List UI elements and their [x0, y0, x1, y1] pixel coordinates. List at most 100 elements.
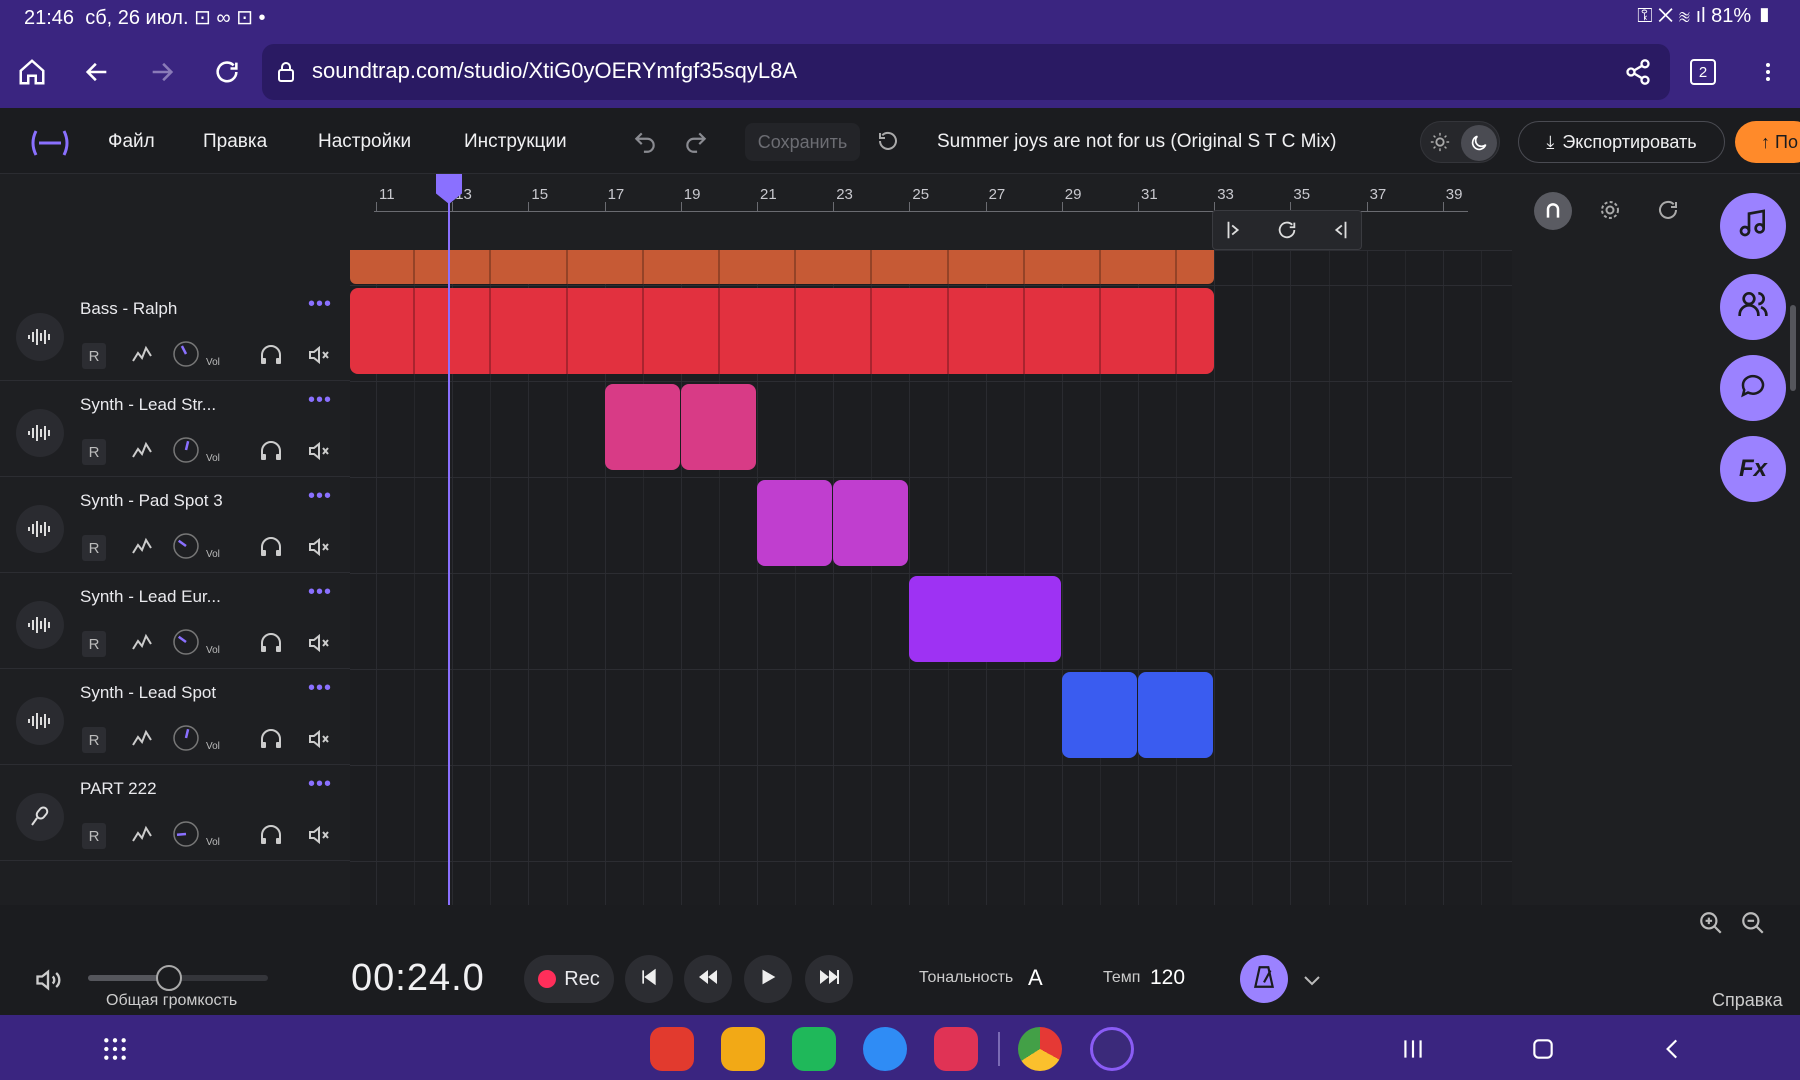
audio-clip[interactable]: [757, 480, 833, 566]
chat-button[interactable]: [1720, 355, 1786, 421]
audio-clip[interactable]: [680, 384, 756, 470]
track-name[interactable]: Synth - Pad Spot 3: [80, 491, 223, 511]
fx-button[interactable]: Fx: [1720, 436, 1786, 502]
track-name[interactable]: Synth - Lead Str...: [80, 395, 216, 415]
track-more-icon[interactable]: •••: [308, 389, 332, 412]
audio-clip[interactable]: [909, 576, 1061, 662]
key-value[interactable]: A: [1028, 965, 1043, 991]
tabs-button[interactable]: 2: [1683, 52, 1723, 92]
track-name[interactable]: Synth - Lead Spot: [80, 683, 216, 703]
headphones-icon[interactable]: [258, 341, 284, 369]
automation-icon[interactable]: [130, 533, 154, 561]
volume-knob[interactable]: Vol: [172, 821, 220, 849]
home-icon[interactable]: [12, 52, 52, 92]
mute-icon[interactable]: [306, 437, 332, 465]
track-more-icon[interactable]: •••: [308, 773, 332, 796]
record-arm-button[interactable]: R: [82, 823, 106, 849]
audio-clip[interactable]: [350, 250, 1215, 284]
volume-knob[interactable]: Vol: [172, 533, 220, 561]
volume-knob[interactable]: Vol: [172, 629, 220, 657]
track-header[interactable]: PART 222 ••• R Vol: [0, 765, 350, 861]
master-volume-slider[interactable]: [88, 965, 268, 991]
mute-icon[interactable]: [306, 533, 332, 561]
menu-instructions[interactable]: Инструкции: [464, 131, 567, 153]
track-header[interactable]: Bass - Ralph ••• R Vol: [0, 285, 350, 381]
record-arm-button[interactable]: R: [82, 343, 106, 369]
headphones-icon[interactable]: [258, 725, 284, 753]
record-arm-button[interactable]: R: [82, 631, 106, 657]
automation-icon[interactable]: [130, 629, 154, 657]
zoom-out-icon[interactable]: [1740, 910, 1766, 941]
loop-end-icon[interactable]: [1329, 219, 1351, 246]
mute-icon[interactable]: [306, 725, 332, 753]
magnet-icon[interactable]: [1534, 192, 1572, 230]
speaker-icon[interactable]: [34, 966, 62, 999]
redo-icon[interactable]: [683, 129, 709, 160]
back-icon[interactable]: [77, 52, 117, 92]
skip-to-start-button[interactable]: [625, 955, 673, 1003]
play-button[interactable]: [744, 955, 792, 1003]
refresh-icon[interactable]: [1656, 198, 1680, 227]
headphones-icon[interactable]: [258, 821, 284, 849]
record-arm-button[interactable]: R: [82, 535, 106, 561]
headphones-icon[interactable]: [258, 533, 284, 561]
automation-icon[interactable]: [130, 341, 154, 369]
vertical-scrollbar[interactable]: [1790, 305, 1796, 391]
track-more-icon[interactable]: •••: [308, 485, 332, 508]
menu-file[interactable]: Файл: [108, 131, 155, 153]
track-header[interactable]: Synth - Pad Spot 3 ••• R Vol: [0, 477, 350, 573]
undo-icon[interactable]: [632, 129, 658, 160]
audio-clip[interactable]: [1138, 672, 1214, 758]
record-arm-button[interactable]: R: [82, 727, 106, 753]
automation-icon[interactable]: [130, 725, 154, 753]
rewind-button[interactable]: [684, 955, 732, 1003]
soundtrap-logo[interactable]: [28, 128, 72, 163]
volume-knob[interactable]: Vol: [172, 341, 220, 369]
mute-icon[interactable]: [306, 341, 332, 369]
track-name[interactable]: PART 222: [80, 779, 157, 799]
app-icon-camera[interactable]: [934, 1027, 978, 1071]
reload-icon[interactable]: [207, 52, 247, 92]
track-more-icon[interactable]: •••: [308, 293, 332, 316]
audio-clip[interactable]: [350, 288, 1215, 374]
track-name[interactable]: Synth - Lead Eur...: [80, 587, 221, 607]
url-text[interactable]: soundtrap.com/studio/XtiG0yOERYmfgf35sqy…: [312, 58, 797, 84]
theme-toggle[interactable]: [1420, 121, 1500, 163]
menu-edit[interactable]: Правка: [203, 131, 267, 153]
record-arm-button[interactable]: R: [82, 439, 106, 465]
track-more-icon[interactable]: •••: [308, 677, 332, 700]
project-title[interactable]: Summer joys are not for us (Original S T…: [937, 131, 1336, 153]
share-icon[interactable]: [1618, 52, 1658, 92]
loop-start-icon[interactable]: [1223, 219, 1245, 246]
automation-icon[interactable]: [130, 821, 154, 849]
arrangement-grid[interactable]: [350, 250, 1512, 905]
home-nav-icon[interactable]: [1530, 1036, 1556, 1067]
app-drawer-icon[interactable]: [102, 1036, 128, 1067]
master-volume-knob[interactable]: [156, 965, 182, 991]
more-vert-icon[interactable]: [1748, 52, 1788, 92]
track-more-icon[interactable]: •••: [308, 581, 332, 604]
help-link[interactable]: Справка: [1712, 990, 1783, 1011]
volume-knob[interactable]: Vol: [172, 725, 220, 753]
metronome-button[interactable]: [1240, 955, 1288, 1003]
track-name[interactable]: Bass - Ralph: [80, 299, 177, 319]
track-header[interactable]: Synth - Lead Eur... ••• R Vol: [0, 573, 350, 669]
save-button[interactable]: Сохранить: [745, 123, 860, 161]
back-nav-icon[interactable]: [1660, 1036, 1686, 1067]
recents-icon[interactable]: [1400, 1036, 1426, 1067]
loop-icon[interactable]: [1276, 219, 1298, 246]
audio-clip[interactable]: [1061, 672, 1137, 758]
mute-icon[interactable]: [306, 629, 332, 657]
app-icon-phone[interactable]: [792, 1027, 836, 1071]
app-icon-files[interactable]: [721, 1027, 765, 1071]
tempo-value[interactable]: 120: [1150, 966, 1185, 990]
forward-icon[interactable]: [142, 52, 182, 92]
headphones-icon[interactable]: [258, 437, 284, 465]
app-icon-browser[interactable]: [1090, 1027, 1134, 1071]
mute-icon[interactable]: [306, 821, 332, 849]
menu-settings[interactable]: Настройки: [318, 131, 411, 153]
publish-button[interactable]: ↑ По: [1735, 121, 1800, 163]
track-header[interactable]: Synth - Lead Str... ••• R Vol: [0, 381, 350, 477]
volume-knob[interactable]: Vol: [172, 437, 220, 465]
gear-icon[interactable]: [1598, 198, 1622, 227]
